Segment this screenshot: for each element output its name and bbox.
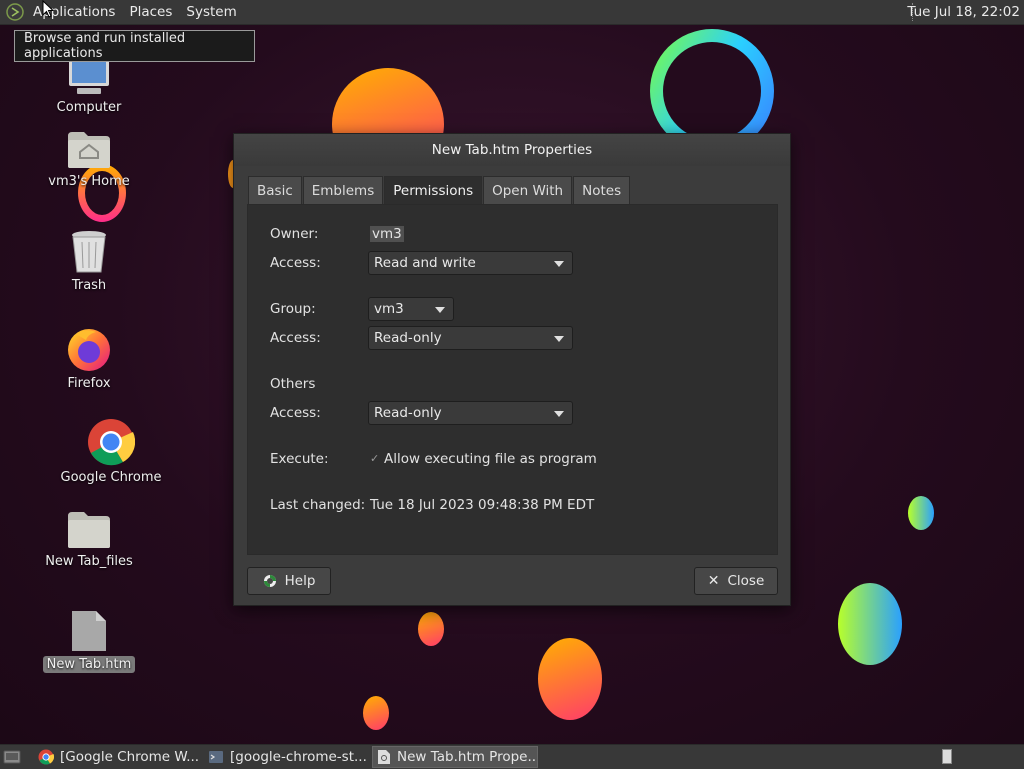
dropdown-arrow-icon xyxy=(554,261,564,267)
desktop-icon-computer[interactable]: Computer xyxy=(50,58,128,115)
others-label: Others xyxy=(270,376,316,392)
owner-access-combo[interactable]: Read and write xyxy=(368,251,573,275)
decor-orange-small-1 xyxy=(418,612,444,646)
applications-logo-icon[interactable] xyxy=(6,3,24,21)
desktop-icon-chrome[interactable]: Google Chrome xyxy=(56,418,166,485)
firefox-icon xyxy=(68,329,110,371)
clock[interactable]: Tue Jul 18, 22:02 xyxy=(907,0,1020,24)
trash-icon xyxy=(72,231,106,273)
group-combo[interactable]: vm3 xyxy=(368,297,454,321)
desktop-icon-new-tab-htm[interactable]: New Tab.htm xyxy=(40,610,138,673)
folder-icon xyxy=(68,512,110,548)
mouse-pointer-icon xyxy=(42,0,54,18)
file-icon xyxy=(72,611,106,651)
group-access-value: Read-only xyxy=(374,330,442,346)
desktop-icon-new-tab-files[interactable]: New Tab_files xyxy=(40,510,138,569)
help-button[interactable]: Help xyxy=(247,567,331,595)
decor-orange-mid xyxy=(538,638,602,720)
desktop-icon-trash[interactable]: Trash xyxy=(50,230,128,293)
taskbar-item-chrome[interactable]: [Google Chrome W... xyxy=(34,746,200,768)
dialog-title[interactable]: New Tab.htm Properties xyxy=(234,134,790,166)
others-access-value: Read-only xyxy=(374,405,442,421)
execute-label: Execute: xyxy=(270,451,329,467)
help-button-label: Help xyxy=(284,573,316,589)
desktop-icon-label: New Tab_files xyxy=(45,554,133,569)
tab-emblems[interactable]: Emblems xyxy=(302,176,384,204)
tab-open-with[interactable]: Open With xyxy=(483,176,573,204)
desktop-icon-firefox[interactable]: Firefox xyxy=(50,326,128,391)
taskbar-item-label: [Google Chrome W... xyxy=(60,749,200,765)
tab-permissions[interactable]: Permissions xyxy=(384,176,483,206)
desktop-icon-home[interactable]: vm3's Home xyxy=(44,130,134,189)
desktop-icon-label: Firefox xyxy=(67,376,111,391)
tab-basic[interactable]: Basic xyxy=(248,176,302,204)
taskbar-item-label: New Tab.htm Prope... xyxy=(397,749,538,765)
desktop-icon-label: Computer xyxy=(56,100,122,115)
taskbar-item-properties[interactable]: New Tab.htm Prope... xyxy=(372,746,538,768)
taskbar-item-terminal[interactable]: [google-chrome-st... xyxy=(204,746,368,768)
owner-value[interactable]: vm3 xyxy=(370,226,404,242)
menu-system[interactable]: System xyxy=(179,0,243,24)
top-panel: Applications Places System Tue Jul 18, 2… xyxy=(0,0,1024,25)
help-lifebuoy-icon xyxy=(263,575,276,587)
terminal-icon xyxy=(208,749,224,765)
desktop-icon-label: Trash xyxy=(71,278,107,293)
dropdown-arrow-icon xyxy=(554,336,564,342)
desktop-icon-label: Google Chrome xyxy=(60,470,162,485)
dropdown-arrow-icon xyxy=(435,307,445,313)
close-icon: ✕ xyxy=(707,573,720,589)
properties-dialog: New Tab.htm Properties Basic Emblems Per… xyxy=(233,133,791,606)
menu-applications[interactable]: Applications xyxy=(26,0,122,24)
tooltip-text: Browse and run installed applications xyxy=(24,31,186,61)
checkbox-check-icon: ✓ xyxy=(370,452,380,465)
owner-label: Owner: xyxy=(270,226,319,242)
decor-green-blue-small xyxy=(908,496,934,530)
chrome-icon xyxy=(88,419,135,466)
group-value: vm3 xyxy=(374,301,404,317)
desktop-icon-label: New Tab.htm xyxy=(42,656,136,673)
dialog-tabs: Basic Emblems Permissions Open With Note… xyxy=(248,176,631,206)
close-button-label: Close xyxy=(727,573,765,589)
group-access-combo[interactable]: Read-only xyxy=(368,326,573,350)
bottom-panel: [Google Chrome W... [google-chrome-st...… xyxy=(0,744,1024,769)
permissions-panel: Owner: vm3 Access: Read and write Group:… xyxy=(247,204,778,555)
execute-checkbox-label: Allow executing file as program xyxy=(384,451,597,467)
owner-access-label: Access: xyxy=(270,255,321,271)
others-access-label: Access: xyxy=(270,405,321,421)
tooltip: Browse and run installed applications xyxy=(14,30,255,62)
menu-places[interactable]: Places xyxy=(122,0,179,24)
home-folder-icon xyxy=(68,132,110,168)
close-button[interactable]: ✕ Close xyxy=(694,567,778,595)
desktop-icon-label: vm3's Home xyxy=(48,174,130,189)
computer-icon xyxy=(69,58,109,94)
chrome-icon xyxy=(38,749,54,765)
decor-orange-small-2 xyxy=(363,696,389,730)
others-access-combo[interactable]: Read-only xyxy=(368,401,573,425)
decor-green-blue-large xyxy=(838,583,902,665)
owner-access-value: Read and write xyxy=(374,255,476,271)
taskbar-item-label: [google-chrome-st... xyxy=(230,749,367,765)
show-desktop-icon[interactable] xyxy=(3,749,21,765)
file-properties-icon xyxy=(377,749,391,765)
group-label: Group: xyxy=(270,301,316,317)
last-changed-label: Last changed: xyxy=(270,497,366,513)
workspace-switcher[interactable] xyxy=(942,749,952,764)
last-changed-value: Tue 18 Jul 2023 09:48:38 PM EDT xyxy=(370,497,595,513)
tab-notes[interactable]: Notes xyxy=(573,176,631,204)
group-access-label: Access: xyxy=(270,330,321,346)
execute-checkbox[interactable]: ✓ Allow executing file as program xyxy=(370,451,597,467)
dropdown-arrow-icon xyxy=(554,411,564,417)
